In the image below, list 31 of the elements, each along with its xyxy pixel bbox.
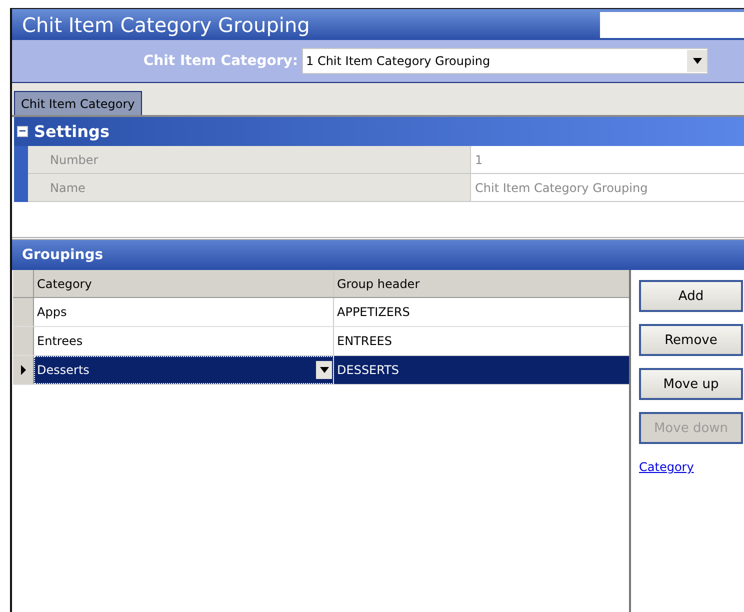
- table-cell: Desserts: [37, 363, 90, 377]
- column-header[interactable]: Group header: [334, 270, 629, 297]
- collapse-button[interactable]: −: [17, 126, 28, 137]
- table-cell-text: ENTREES: [336, 333, 394, 350]
- tab[interactable]: Chit Item Category: [14, 91, 142, 115]
- current-row-icon: [20, 365, 26, 375]
- dropdown-arrow-icon: [692, 58, 702, 64]
- property-value: 1: [470, 146, 744, 173]
- action-button[interactable]: Remove: [639, 324, 743, 356]
- grid-row[interactable]: Apps APPETIZERS: [13, 298, 629, 327]
- grid-row[interactable]: Desserts DESSERTS: [13, 356, 629, 385]
- category-dropdown[interactable]: 1 Chit Item Category Grouping: [302, 48, 708, 74]
- dropdown-arrow-icon: [320, 367, 328, 373]
- property-label: Number: [28, 146, 470, 173]
- property-label: Name: [28, 174, 470, 201]
- groupings-title: Groupings: [22, 247, 104, 263]
- window-title: Chit Item Category Grouping: [22, 12, 310, 36]
- row-header: [13, 327, 34, 355]
- cell-dropdown-button[interactable]: [316, 361, 332, 379]
- column-header[interactable]: Category: [34, 270, 334, 297]
- category-link[interactable]: Category: [639, 460, 694, 474]
- action-button[interactable]: Add: [639, 280, 743, 312]
- settings-title: Settings: [34, 122, 110, 141]
- table-cell-text: APPETIZERS: [336, 304, 411, 321]
- property-value: Chit Item Category Grouping: [470, 174, 744, 201]
- table-cell: DESSERTS: [334, 356, 629, 384]
- title-input-field[interactable]: [600, 12, 744, 38]
- action-button[interactable]: Move up: [639, 368, 743, 400]
- filter-label: Chit Item Category:: [142, 53, 298, 69]
- table-cell: Apps: [37, 305, 67, 319]
- table-cell: Entrees: [37, 334, 83, 348]
